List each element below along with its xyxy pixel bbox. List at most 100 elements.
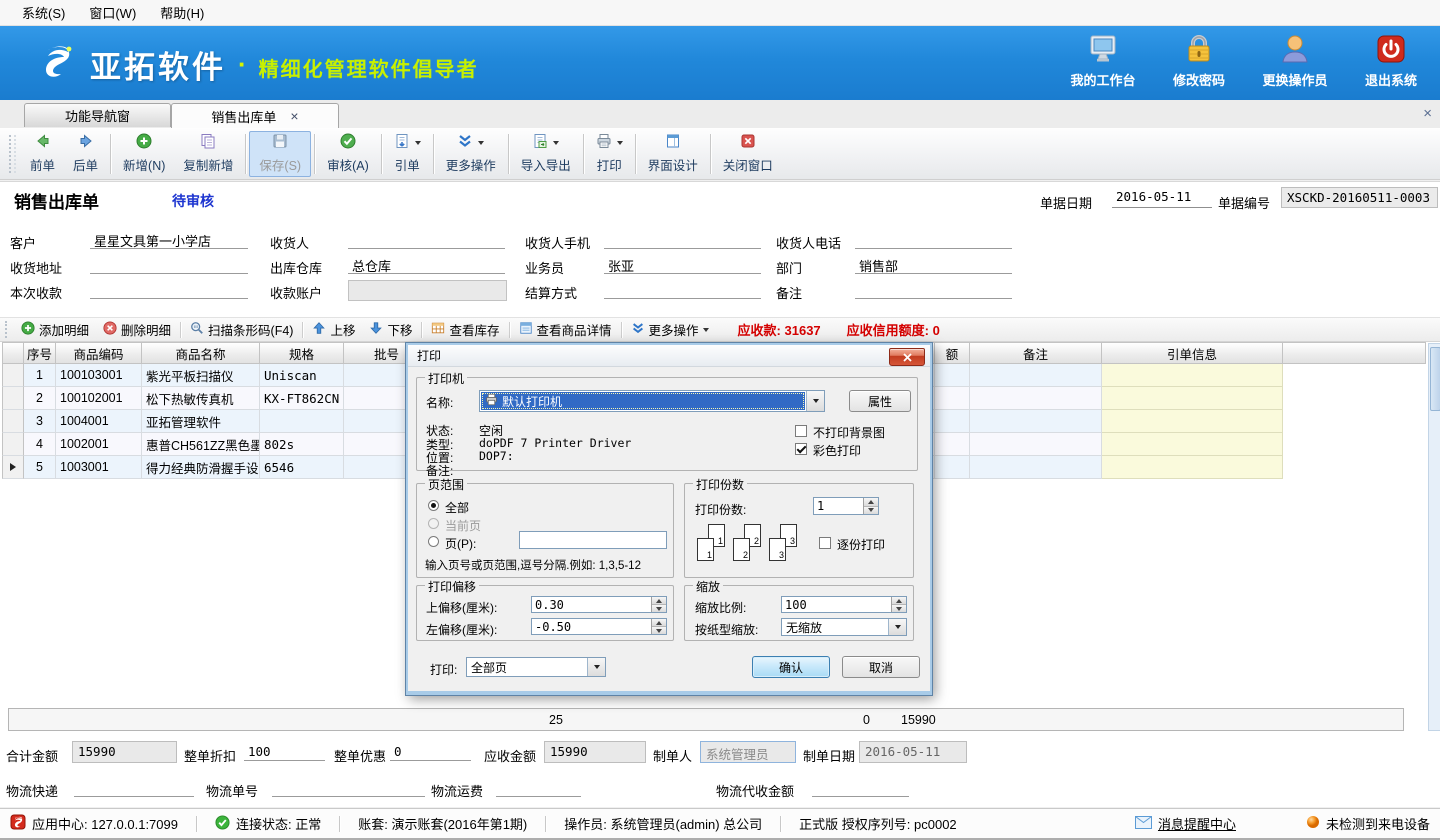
cell-no[interactable]: 2	[24, 387, 56, 410]
header-no[interactable]: 序号	[24, 342, 56, 364]
consignee-field[interactable]	[348, 230, 505, 249]
cell-name[interactable]: 亚拓管理软件	[142, 410, 260, 433]
cell-amount[interactable]	[935, 433, 970, 456]
cell-ref-info[interactable]	[1102, 410, 1283, 433]
menu-help[interactable]: 帮助(H)	[148, 0, 216, 25]
close-window-button[interactable]: 关闭窗口	[714, 131, 782, 177]
prev-doc-button[interactable]: 前单	[21, 131, 64, 177]
tab-sales-outbound[interactable]: 销售出库单 ×	[171, 103, 339, 128]
salesman-field[interactable]: 张亚	[604, 255, 761, 274]
print-range-select[interactable]: 全部页	[466, 657, 606, 677]
save-button[interactable]: 保存(S)	[249, 131, 311, 177]
range-current-radio[interactable]	[428, 518, 439, 529]
cell-no[interactable]: 4	[24, 433, 56, 456]
spin-up-icon[interactable]	[652, 619, 666, 627]
consignee-phone-field[interactable]	[855, 230, 1012, 249]
spin-up-icon[interactable]	[892, 597, 906, 605]
view-product-detail-button[interactable]: 查看商品详情	[512, 318, 619, 341]
cell-remark[interactable]	[970, 364, 1102, 387]
order-discount-field[interactable]: 100	[244, 742, 325, 761]
sp in-up-icon[interactable]	[652, 597, 666, 605]
range-pages-input[interactable]	[519, 531, 667, 549]
spin-up-icon[interactable]	[864, 498, 878, 507]
logistics-cod-field[interactable]	[812, 777, 909, 797]
header-code[interactable]: 商品编码	[56, 342, 142, 364]
warehouse-field[interactable]: 总仓库	[348, 255, 505, 274]
menu-system[interactable]: 系统(S)	[10, 0, 77, 25]
cell-amount[interactable]	[935, 410, 970, 433]
confirm-button[interactable]: 确认	[752, 656, 830, 678]
switch-operator-button[interactable]: 更换操作员	[1262, 34, 1328, 89]
range-pages-radio[interactable]	[428, 536, 439, 547]
logistics-fee-field[interactable]	[496, 777, 581, 797]
tab-close-icon[interactable]: ×	[290, 109, 298, 123]
audit-button[interactable]: 审核(A)	[318, 131, 378, 177]
cell-spec[interactable]: 6546	[260, 456, 344, 479]
logistics-no-field[interactable]	[272, 777, 425, 797]
copies-spinner[interactable]: 1	[813, 497, 879, 515]
header-name[interactable]: 商品名称	[142, 342, 260, 364]
collate-checkbox[interactable]	[819, 537, 831, 549]
change-password-button[interactable]: 修改密码	[1166, 34, 1232, 89]
pull-order-dropdown-icon[interactable]	[415, 141, 421, 145]
move-up-button[interactable]: 上移	[305, 318, 362, 341]
next-doc-button[interactable]: 后单	[64, 131, 107, 177]
header-spec[interactable]: 规格	[260, 342, 344, 364]
cell-code[interactable]: 1003001	[56, 456, 142, 479]
toolbar-grip[interactable]	[9, 135, 16, 173]
remark-field[interactable]	[855, 280, 1012, 299]
cell-spec[interactable]: KX-FT862CN	[260, 387, 344, 410]
logistics-express-field[interactable]	[74, 777, 194, 797]
more-operations-button[interactable]: 更多操作	[437, 131, 505, 177]
doc-date-field[interactable]: 2016-05-11	[1112, 189, 1212, 208]
printer-select-dropdown-button[interactable]	[806, 391, 824, 411]
cell-remark[interactable]	[970, 387, 1102, 410]
detail-more-dropdown-icon[interactable]	[703, 328, 709, 332]
scrollbar-thumb[interactable]	[1430, 347, 1440, 411]
consignee-mobile-field[interactable]	[604, 230, 761, 249]
cell-code[interactable]: 1002001	[56, 433, 142, 456]
cell-spec[interactable]: 802s	[260, 433, 344, 456]
cell-remark[interactable]	[970, 410, 1102, 433]
zoom-ratio-spinner[interactable]: 100	[781, 596, 907, 613]
exit-system-button[interactable]: 退出系统	[1358, 34, 1424, 89]
printer-select[interactable]: 默认打印机	[479, 390, 825, 412]
order-promo-field[interactable]: 0	[390, 742, 471, 761]
spin-down-icon[interactable]	[652, 605, 666, 612]
cell-no[interactable]: 1	[24, 364, 56, 387]
more-operations-dropdown-icon[interactable]	[478, 141, 484, 145]
range-all-radio[interactable]	[428, 500, 439, 511]
offset-top-spinner[interactable]: 0.30	[531, 596, 667, 613]
cell-amount[interactable]	[935, 364, 970, 387]
offset-left-value[interactable]: -0.50	[532, 619, 651, 634]
cell-name[interactable]: 得力经典防滑握手设	[142, 456, 260, 479]
cell-remark[interactable]	[970, 456, 1102, 479]
import-export-button[interactable]: 导入导出	[512, 131, 580, 177]
view-stock-button[interactable]: 查看库存	[424, 318, 506, 341]
scan-barcode-button[interactable]: 扫描条形码(F4)	[183, 318, 300, 341]
cell-spec[interactable]	[260, 410, 344, 433]
dialog-close-button[interactable]	[889, 348, 925, 366]
address-field[interactable]	[90, 255, 248, 274]
color-print-checkbox[interactable]	[795, 443, 807, 455]
spin-down-icon[interactable]	[652, 627, 666, 634]
cell-ref-info[interactable]	[1102, 364, 1283, 387]
copies-value[interactable]: 1	[814, 498, 863, 514]
move-down-button[interactable]: 下移	[362, 318, 419, 341]
cell-amount[interactable]	[935, 456, 970, 479]
offset-top-value[interactable]: 0.30	[532, 597, 651, 612]
customer-field[interactable]: 星星文具第一小学店	[90, 230, 248, 249]
spin-down-icon[interactable]	[864, 507, 878, 515]
cell-code[interactable]: 1004001	[56, 410, 142, 433]
detail-toolbar-grip[interactable]	[5, 321, 9, 338]
import-export-dropdown-icon[interactable]	[553, 141, 559, 145]
header-ref-info[interactable]: 引单信息	[1102, 342, 1283, 364]
cell-remark[interactable]	[970, 433, 1102, 456]
message-center-label[interactable]: 消息提醒中心	[1158, 814, 1236, 833]
copy-add-button[interactable]: 复制新增	[174, 131, 242, 177]
header-remark[interactable]: 备注	[970, 342, 1102, 364]
print-dropdown-icon[interactable]	[617, 141, 623, 145]
cell-code[interactable]: 100102001	[56, 387, 142, 410]
settlement-field[interactable]	[604, 280, 761, 299]
cell-name[interactable]: 惠普CH561ZZ黑色墨盒	[142, 433, 260, 456]
